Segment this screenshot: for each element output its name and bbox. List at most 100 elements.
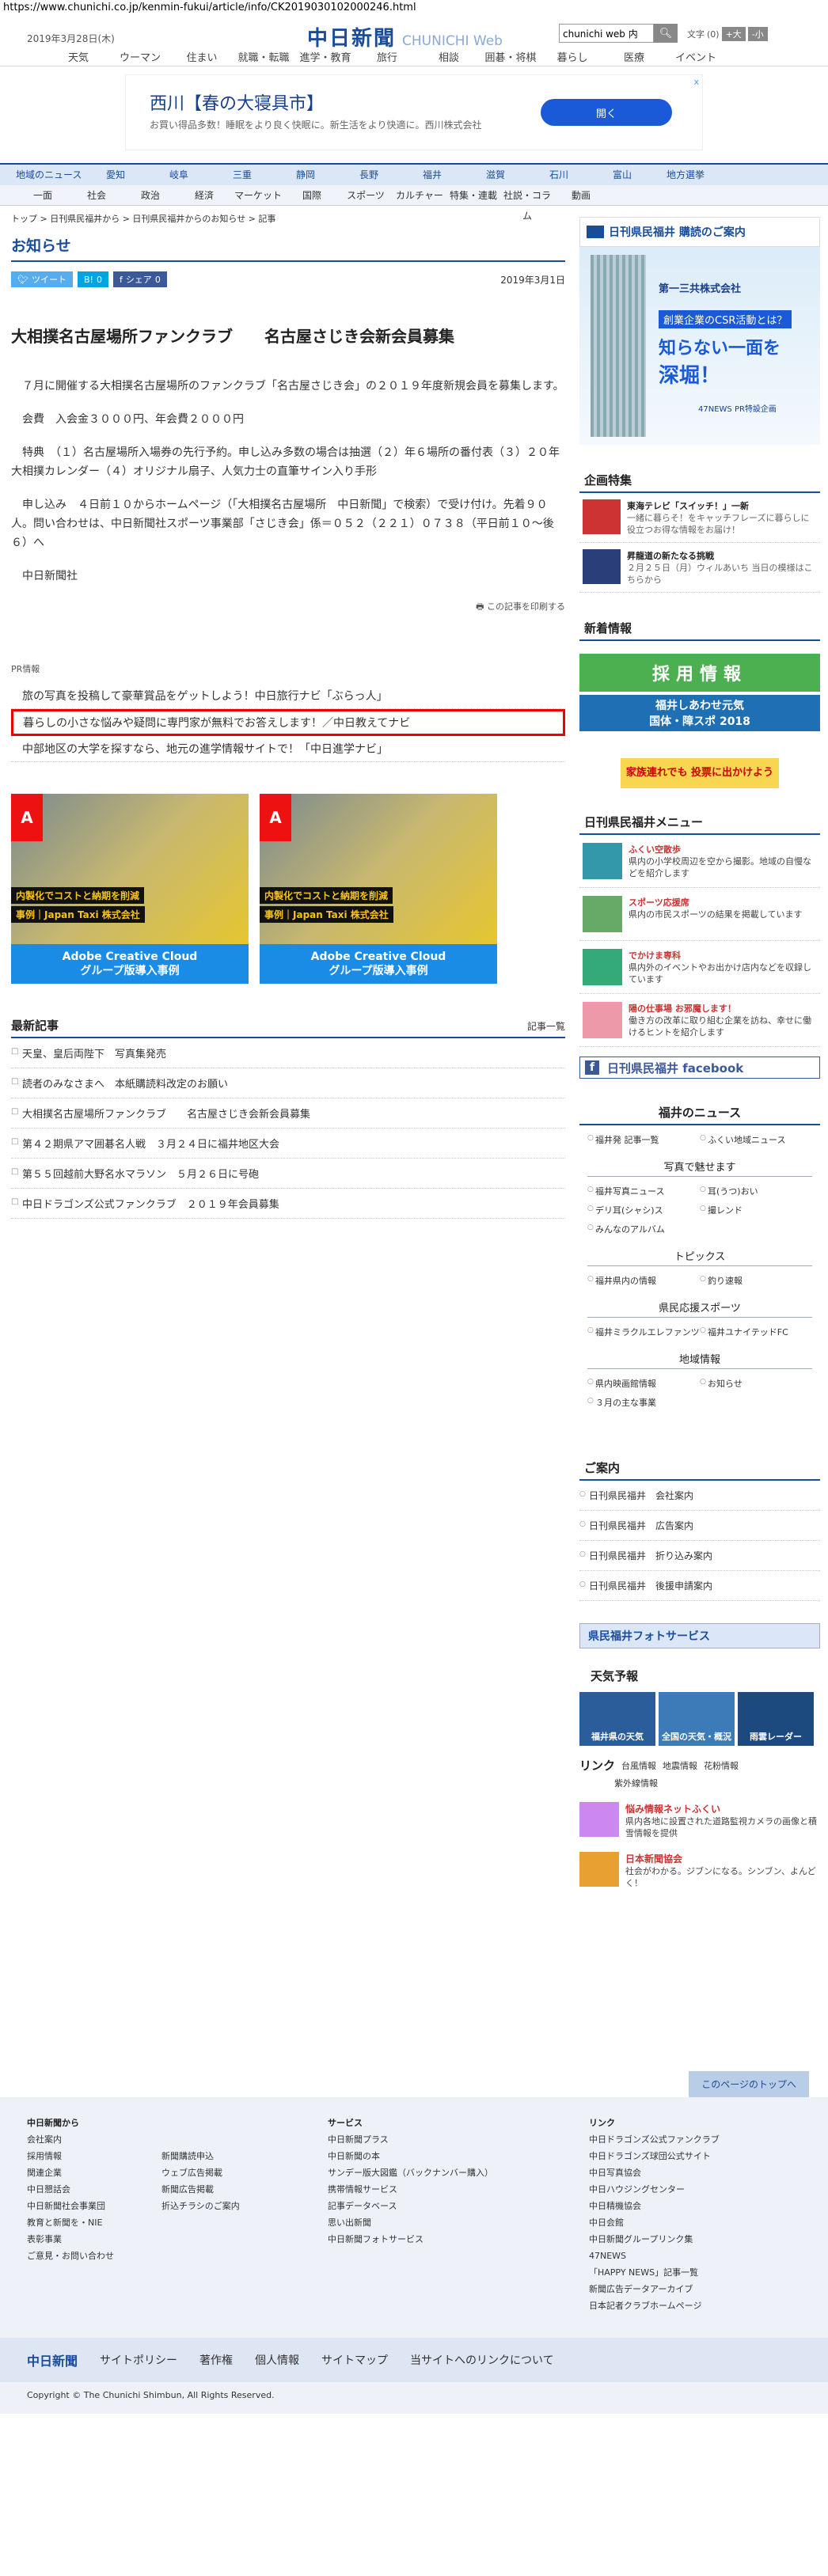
footer-link[interactable]: 中日新聞プラス bbox=[328, 2131, 589, 2148]
footer-link[interactable]: 中日ドラゴンズ公式ファンクラブ bbox=[589, 2131, 795, 2148]
footer-link[interactable]: ウェブ広告掲載 bbox=[161, 2164, 328, 2181]
breadcrumb[interactable]: トップ > 日刊県民福井から > 日刊県民福井からのお知らせ > 記事 bbox=[11, 212, 565, 225]
weather-link[interactable]: 全国の天気・概況 bbox=[659, 1692, 735, 1746]
region-nav-item[interactable]: 地方選挙 bbox=[654, 165, 717, 185]
latest-item[interactable]: 中日ドラゴンズ公式ファンクラブ ２０１９年会員募集 bbox=[11, 1189, 565, 1219]
section-nav-item[interactable]: 社説・コラム bbox=[500, 185, 554, 222]
menu-item[interactable]: でかけま専科 県内外のイベントやお出かけ店内などを収録しています bbox=[579, 941, 820, 994]
section-nav-item[interactable]: 政治 bbox=[123, 185, 177, 205]
top-nav-item[interactable]: 暮らし bbox=[541, 49, 603, 64]
adobe-ad[interactable]: A 内製化でコストと納期を削減 事例｜Japan Taxi 株式会社 Adobe… bbox=[11, 794, 249, 993]
region-nav-item[interactable]: 滋賀 bbox=[464, 165, 527, 185]
latest-item[interactable]: 読者のみなさまへ 本紙購読料改定のお願い bbox=[11, 1068, 565, 1098]
search-input[interactable] bbox=[559, 24, 654, 43]
region-nav-item[interactable]: 地域のニュース bbox=[16, 165, 84, 185]
top-nav-item[interactable]: 旅行 bbox=[356, 49, 418, 64]
site-logo[interactable]: 中日新聞 CHUNICHI Web bbox=[307, 22, 503, 51]
footer-link[interactable]: 折込チラシのご案内 bbox=[161, 2198, 328, 2214]
region-nav-item[interactable]: 石川 bbox=[527, 165, 591, 185]
font-size-down-button[interactable]: -小 bbox=[747, 27, 768, 41]
section-nav-item[interactable]: 一面 bbox=[16, 185, 70, 205]
topic-link[interactable]: 福井県内の情報 bbox=[587, 1271, 700, 1290]
footer-link[interactable]: 関連企業 bbox=[27, 2164, 161, 2181]
fukui-link[interactable]: ふくい地域ニュース bbox=[700, 1130, 812, 1149]
footer-link[interactable]: 中日新聞フォトサービス bbox=[328, 2231, 589, 2248]
feature-item[interactable]: 昇龍道の新たなる挑戦 ２月２５日（月）ウィルあいち 当日の模様はこちらから bbox=[579, 543, 820, 593]
search-button[interactable]: 🔍︎ bbox=[654, 24, 678, 43]
article-list-link[interactable]: 記事一覧 bbox=[527, 1019, 565, 1033]
side-ad[interactable]: 第一三共株式会社 創業企業のCSR活動とは？ 知らない一面を 深堀！ 47NEW… bbox=[579, 247, 820, 445]
region-nav-item[interactable]: 富山 bbox=[591, 165, 654, 185]
top-nav-item[interactable]: ウーマン bbox=[109, 49, 171, 64]
section-nav-item[interactable]: 国際 bbox=[285, 185, 339, 205]
footer-link[interactable]: 教育と新聞を・NIE bbox=[27, 2214, 161, 2231]
top-nav-item[interactable]: 医療 bbox=[603, 49, 665, 64]
subscribe-box[interactable]: 日刊県民福井 購読のご案内 bbox=[579, 217, 820, 247]
facebook-link[interactable]: f 日刊県民福井 facebook bbox=[579, 1057, 820, 1079]
sports-link[interactable]: 福井ミラクルエレファンツ bbox=[587, 1322, 700, 1341]
pr-item[interactable]: 中部地区の大学を探すなら、地元の進学情報サイトで！「中日進学ナビ」 bbox=[11, 736, 565, 762]
top-nav-item[interactable]: 住まい bbox=[171, 49, 233, 64]
region-nav-item[interactable]: 長野 bbox=[337, 165, 401, 185]
sports-link[interactable]: 福井ユナイテッドFC bbox=[700, 1322, 812, 1341]
footer-bottom-link[interactable]: 個人情報 bbox=[255, 2352, 299, 2368]
footer-bottom-link[interactable]: 当サイトへのリンクについて bbox=[410, 2352, 554, 2368]
link-item[interactable]: 花粉情報 bbox=[704, 1759, 739, 1772]
top-nav-item[interactable]: 相談 bbox=[418, 49, 480, 64]
footer-link[interactable]: 新聞広告データアーカイブ bbox=[589, 2281, 795, 2297]
section-nav-item[interactable]: カルチャー bbox=[393, 185, 446, 205]
footer-link[interactable]: ご意見・お問い合わせ bbox=[27, 2248, 161, 2264]
print-link[interactable]: 🖶︎ この記事を印刷する bbox=[11, 600, 565, 615]
menu-item[interactable]: ふくい空散歩 県内の小学校周辺を空から撮影。地域の自慢などを紹介します bbox=[579, 835, 820, 888]
footer-link[interactable]: 中日ハウジングセンター bbox=[589, 2181, 795, 2198]
recruit-banner[interactable]: 採用情報 bbox=[579, 654, 820, 692]
footer-link[interactable]: 中日新聞社会事業団 bbox=[27, 2198, 161, 2214]
side-link[interactable]: 日本新聞協会 社会がわかる。ジブンになる。シンブン、よんどく！ bbox=[579, 1852, 820, 1889]
footer-link[interactable]: 表彰事業 bbox=[27, 2231, 161, 2248]
guide-item[interactable]: 日刊県民福井 後援申請案内 bbox=[579, 1571, 820, 1601]
ad-open-button[interactable]: 開く bbox=[541, 99, 672, 126]
footer-bottom-link[interactable]: サイトマップ bbox=[321, 2352, 388, 2368]
feature-item[interactable]: 東海テレビ「スイッチ！」一新 一緒に暮らそ！をキャッチフレーズに暮らしに役立つお得… bbox=[579, 493, 820, 543]
section-nav-item[interactable]: 社会 bbox=[70, 185, 123, 205]
hatena-button[interactable]: B! 0 bbox=[77, 271, 108, 287]
footer-link[interactable]: 携帯情報サービス bbox=[328, 2181, 589, 2198]
photo-service-banner[interactable]: 県民福井フォトサービス bbox=[579, 1623, 820, 1648]
facebook-share-button[interactable]: f シェア 0 bbox=[112, 271, 167, 287]
footer-link[interactable]: 中日会館 bbox=[589, 2214, 795, 2231]
photo-link[interactable]: みんなのアルバム bbox=[587, 1220, 700, 1239]
menu-item[interactable]: スポーツ応援席 県内の市民スポーツの結果を掲載しています bbox=[579, 888, 820, 941]
side-link[interactable]: 悩み情報ネットふくい 県内各地に設置された道路監視カメラの画像と積雪情報を提供 bbox=[579, 1802, 820, 1839]
footer-link[interactable]: サンデー版大図鑑（バックナンバー購入） bbox=[328, 2164, 589, 2181]
footer-link[interactable]: 会社案内 bbox=[27, 2131, 161, 2148]
section-nav-item[interactable]: スポーツ bbox=[339, 185, 393, 205]
photo-link[interactable]: 福井写真ニュース bbox=[587, 1182, 700, 1201]
footer-link[interactable]: 新聞購読申込 bbox=[161, 2148, 328, 2164]
footer-link[interactable]: 中日新聞の本 bbox=[328, 2148, 589, 2164]
region-nav-item[interactable]: 愛知 bbox=[84, 165, 147, 185]
pr-item-highlighted[interactable]: 暮らしの小さな悩みや疑問に専門家が無料でお答えします！／中日教えてナビ bbox=[11, 709, 565, 736]
guide-item[interactable]: 日刊県民福井 広告案内 bbox=[579, 1511, 820, 1541]
region-nav-item[interactable]: 三重 bbox=[211, 165, 274, 185]
region-nav-item[interactable]: 岐阜 bbox=[147, 165, 211, 185]
footer-bottom-link[interactable]: サイトポリシー bbox=[100, 2352, 177, 2368]
latest-item[interactable]: 第５５回越前大野名水マラソン ５月２６日に号砲 bbox=[11, 1159, 565, 1189]
menu-item[interactable]: 陽の仕事場 お邪魔します！ 働き方の改革に取り組む企業を訪ね、幸せに働けるヒントを… bbox=[579, 994, 820, 1047]
region-link[interactable]: お知らせ bbox=[700, 1374, 812, 1393]
top-nav-item[interactable]: 天気 bbox=[47, 49, 109, 64]
footer-link[interactable]: 中日精機協会 bbox=[589, 2198, 795, 2214]
footer-logo[interactable]: 中日新聞 bbox=[27, 2350, 78, 2369]
guide-item[interactable]: 日刊県民福井 会社案内 bbox=[579, 1481, 820, 1511]
vote-banner[interactable]: 家族連れでも 投票に出かけよう bbox=[621, 758, 779, 788]
section-nav-item[interactable]: 経済 bbox=[177, 185, 231, 205]
footer-link[interactable]: 中日ドラゴンズ球団公式サイト bbox=[589, 2148, 795, 2164]
footer-bottom-link[interactable]: 著作権 bbox=[199, 2352, 233, 2368]
region-link[interactable]: 県内映画館情報 bbox=[587, 1374, 700, 1393]
footer-link[interactable]: 「HAPPY NEWS」記事一覧 bbox=[589, 2264, 795, 2281]
latest-item[interactable]: 大相撲名古屋場所ファンクラブ 名古屋さじき会新会員募集 bbox=[11, 1098, 565, 1129]
adobe-ad-button[interactable]: Adobe Creative Cloud グループ版導入事例 bbox=[260, 944, 497, 984]
font-size-reset[interactable]: (0) bbox=[707, 29, 720, 40]
adobe-ad-button[interactable]: Adobe Creative Cloud グループ版導入事例 bbox=[11, 944, 249, 984]
url-bar[interactable]: https://www.chunichi.co.jp/kenmin-fukui/… bbox=[0, 0, 828, 17]
section-nav-item[interactable]: マーケット bbox=[231, 185, 285, 205]
